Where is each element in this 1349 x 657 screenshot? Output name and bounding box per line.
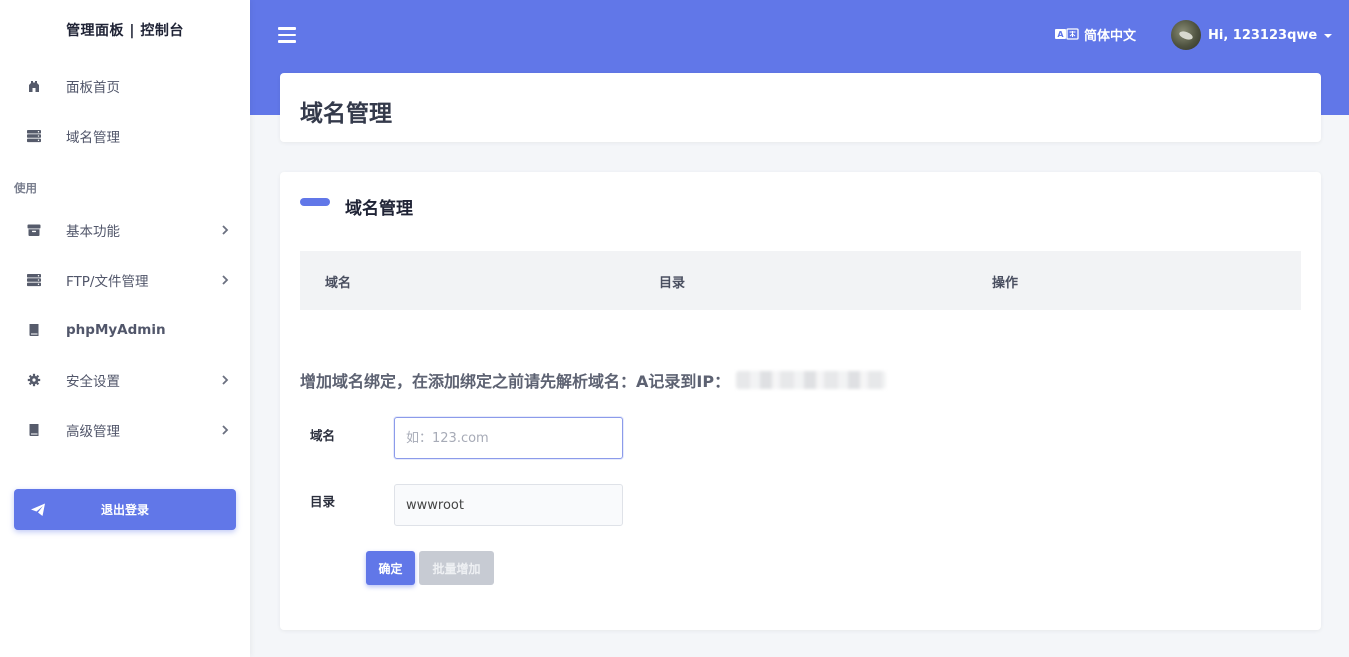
chevron-right-icon bbox=[220, 274, 230, 286]
paper-plane-icon bbox=[30, 502, 46, 518]
brand-title: 管理面板 | 控制台 bbox=[66, 23, 184, 39]
translate-icon: A bbox=[1055, 27, 1079, 41]
confirm-button[interactable]: 确定 bbox=[366, 551, 415, 585]
domain-input[interactable] bbox=[394, 417, 623, 459]
domain-management-card: 域名管理 域名 目录 操作 增加域名绑定，在添加绑定之前请先解析域名：A记录到I… bbox=[280, 172, 1321, 630]
sidebar: 管理面板 | 控制台 面板首页 域名管理 使用 基本功能 FTP/文件管理 ph… bbox=[0, 0, 250, 657]
sidebar-item-dashboard[interactable]: 面板首页 bbox=[0, 66, 250, 106]
hamburger-menu-icon[interactable] bbox=[278, 27, 296, 43]
home-icon bbox=[27, 79, 41, 93]
domain-table-header: 域名 目录 操作 bbox=[300, 251, 1301, 310]
sidebar-item-basic-functions[interactable]: 基本功能 bbox=[0, 210, 250, 250]
redacted-ip bbox=[736, 371, 887, 389]
language-label: 简体中文 bbox=[1084, 28, 1137, 44]
bulk-add-button[interactable]: 批量增加 bbox=[419, 551, 494, 585]
book-icon bbox=[27, 323, 41, 337]
sidebar-item-ftp-files[interactable]: FTP/文件管理 bbox=[0, 260, 250, 300]
user-menu[interactable]: Hi, 123123qwe bbox=[1171, 20, 1333, 50]
column-header-domain: 域名 bbox=[325, 276, 352, 291]
page-header-card: 域名管理 bbox=[280, 73, 1321, 142]
book-icon bbox=[27, 423, 41, 437]
avatar bbox=[1171, 20, 1201, 50]
bind-domain-hint: 增加域名绑定，在添加绑定之前请先解析域名：A记录到IP： bbox=[300, 368, 887, 392]
language-switcher[interactable]: A 简体中文 bbox=[1055, 24, 1136, 44]
page-title: 域名管理 bbox=[300, 101, 392, 127]
archive-icon bbox=[27, 223, 41, 237]
card-title: 域名管理 bbox=[345, 199, 413, 219]
sidebar-item-advanced[interactable]: 高级管理 bbox=[0, 410, 250, 450]
sidebar-item-security[interactable]: 安全设置 bbox=[0, 360, 250, 400]
chevron-right-icon bbox=[220, 424, 230, 436]
column-header-actions: 操作 bbox=[992, 276, 1019, 291]
sidebar-item-phpmyadmin[interactable]: phpMyAdmin bbox=[0, 310, 250, 350]
server-icon bbox=[27, 129, 41, 143]
chevron-right-icon bbox=[220, 224, 230, 236]
user-greeting: Hi, 123123qwe bbox=[1208, 27, 1318, 43]
sidebar-item-label: 面板首页 bbox=[66, 80, 120, 96]
logout-label: 退出登录 bbox=[100, 503, 149, 517]
sidebar-section-label: 使用 bbox=[14, 181, 37, 195]
sidebar-item-label: FTP/文件管理 bbox=[66, 274, 149, 290]
hint-text: 增加域名绑定，在添加绑定之前请先解析域名：A记录到IP： bbox=[300, 372, 731, 391]
gear-icon bbox=[27, 373, 41, 387]
svg-text:A: A bbox=[1057, 30, 1064, 39]
column-header-directory: 目录 bbox=[659, 276, 686, 291]
server-icon bbox=[27, 273, 41, 287]
directory-input[interactable] bbox=[394, 484, 623, 526]
caret-down-icon bbox=[1324, 34, 1333, 38]
sidebar-item-label: 安全设置 bbox=[66, 374, 120, 390]
sidebar-item-domains[interactable]: 域名管理 bbox=[0, 116, 250, 156]
logout-button[interactable]: 退出登录 bbox=[14, 489, 236, 530]
directory-field-label: 目录 bbox=[310, 494, 336, 509]
card-title-accent bbox=[300, 198, 330, 206]
domain-field-label: 域名 bbox=[310, 428, 336, 443]
sidebar-item-label: 基本功能 bbox=[66, 224, 120, 240]
sidebar-item-label: 高级管理 bbox=[66, 424, 120, 440]
sidebar-item-label: phpMyAdmin bbox=[66, 322, 166, 338]
sidebar-item-label: 域名管理 bbox=[66, 130, 120, 146]
chevron-right-icon bbox=[220, 374, 230, 386]
